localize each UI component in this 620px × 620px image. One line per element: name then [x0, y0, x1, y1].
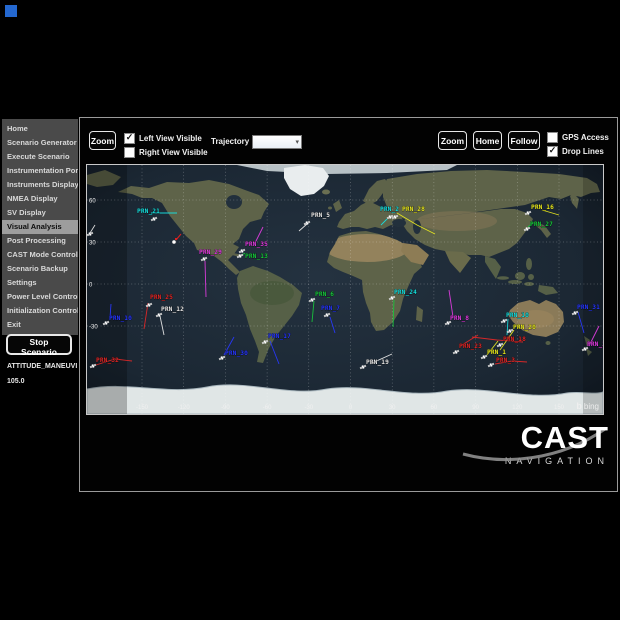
left-view-label: Left View Visible — [139, 134, 202, 143]
trajectory-name-label: ATTITUDE_MANEUVI — [7, 363, 77, 370]
logo-title: CAST — [459, 423, 609, 453]
lon-axis-label: -150 — [136, 405, 149, 411]
satellite-label: PRN_30 — [225, 350, 248, 357]
lon-axis-label: 90 — [472, 405, 479, 411]
sidebar-item-exit[interactable]: Exit — [2, 318, 78, 332]
bing-logo[interactable]: b bing — [576, 401, 599, 411]
satellite-label: PRN_18 — [503, 336, 526, 343]
sidebar-item-settings[interactable]: Settings — [2, 276, 78, 290]
sidebar-item-post-processing[interactable]: Post Processing — [2, 234, 78, 248]
satellite-label: PRN_25 — [150, 294, 173, 301]
satellite-label: PRN_2 — [380, 206, 399, 213]
trajectory-time-label: 105.0 — [7, 378, 25, 385]
trajectory-label: Trajectory — [211, 137, 249, 146]
satellite-label: PRN_13 — [245, 253, 268, 260]
left-view-checkbox[interactable] — [124, 133, 135, 144]
right-view-label: Right View Visible — [139, 148, 208, 157]
satellite-label: PRN_19 — [366, 359, 389, 366]
satellite-label: PRN_21 — [137, 208, 160, 215]
satellite-label: PRN_10 — [109, 315, 132, 322]
bing-label: bing — [584, 402, 599, 411]
lon-axis-label: -60 — [263, 405, 272, 411]
satellite-label: PRN_32 — [96, 357, 119, 364]
drop-lines-checkbox[interactable] — [547, 146, 558, 157]
lon-axis-label: -30 — [304, 405, 313, 411]
lat-axis-label: -30 — [89, 325, 98, 331]
satellite-label: PRN_7 — [321, 305, 340, 312]
logo-subtitle: NAVIGATION — [459, 456, 609, 466]
satellite-label: PRN_27 — [530, 221, 553, 228]
satellite-label: PRN_29 — [199, 249, 222, 256]
app-icon[interactable] — [5, 5, 17, 17]
sidebar-item-home[interactable]: Home — [2, 122, 78, 136]
satellite-label: PRN_16 — [531, 204, 554, 211]
sidebar-item-initialization-control[interactable]: Initialization Control — [2, 304, 78, 318]
sidebar-item-instrumentation-port[interactable]: Instrumentation Port — [2, 164, 78, 178]
right-view-checkbox[interactable] — [124, 147, 135, 158]
satellite-label: PRN_20 — [513, 324, 536, 331]
sidebar-menu: HomeScenario GeneratorExecute ScenarioIn… — [2, 119, 78, 335]
sidebar-item-visual-analysis[interactable]: Visual Analysis — [2, 220, 78, 234]
satellite-label: PRN_33 — [587, 341, 603, 348]
lat-axis-label: 30 — [89, 241, 96, 247]
vehicle-icon — [172, 240, 176, 244]
chevron-down-icon: ▾ — [295, 138, 299, 146]
lon-axis-label: 60 — [431, 405, 438, 411]
sidebar-item-power-level-control[interactable]: Power Level Control — [2, 290, 78, 304]
satellite-label: PRN_1 — [487, 349, 506, 356]
world-map[interactable]: -150-120-90-60-30030609012015060300-30PR… — [86, 164, 604, 415]
satellite-label: PRN_24 — [394, 289, 417, 296]
bing-icon: b — [576, 401, 582, 411]
cast-navigation-logo: CAST NAVIGATION — [459, 423, 609, 479]
stop-scenario-button[interactable]: Stop Scenario — [6, 334, 72, 355]
lon-axis-label: -90 — [221, 405, 230, 411]
sidebar-item-scenario-backup[interactable]: Scenario Backup — [2, 262, 78, 276]
map-canvas[interactable]: -150-120-90-60-30030609012015060300-30PR… — [87, 165, 603, 414]
sidebar-item-cast-mode-control[interactable]: CAST Mode Control — [2, 248, 78, 262]
satellite-label: PRN_23 — [459, 343, 482, 350]
trajectory-dropdown[interactable]: ▾ — [252, 135, 302, 149]
lon-axis-label: 30 — [389, 405, 396, 411]
vehicle-heading-tick — [175, 238, 177, 240]
sidebar-item-scenario-generator[interactable]: Scenario Generator — [2, 136, 78, 150]
lon-axis-label: 120 — [512, 405, 523, 411]
satellite-label: PRN_10 — [506, 312, 529, 319]
lon-axis-label: 150 — [554, 405, 565, 411]
lat-axis-label: 60 — [89, 199, 96, 205]
satellite-label: PRN_31 — [577, 304, 600, 311]
gps-access-label: GPS Access — [562, 133, 609, 142]
drop-lines-label: Drop Lines — [562, 147, 604, 156]
home-button[interactable]: Home — [473, 131, 502, 150]
sidebar-item-nmea-display[interactable]: NMEA Display — [2, 192, 78, 206]
satellite-label: PRN_6 — [315, 291, 334, 298]
satellite-label: PRN_28 — [402, 206, 425, 213]
gps-access-checkbox[interactable] — [547, 132, 558, 143]
sidebar-item-execute-scenario[interactable]: Execute Scenario — [2, 150, 78, 164]
sidebar-item-instruments-display[interactable]: Instruments Display — [2, 178, 78, 192]
sidebar-item-sv-display[interactable]: SV Display — [2, 206, 78, 220]
satellite-label: PRN_3 — [496, 357, 515, 364]
zoom-button-right[interactable]: Zoom — [438, 131, 467, 150]
satellite-label: PRN_17 — [268, 333, 291, 340]
satellite-label: PRN_5 — [311, 212, 330, 219]
zoom-button-left[interactable]: Zoom — [89, 131, 116, 150]
satellite-label: PRN_8 — [450, 315, 469, 322]
application-window: HomeScenario GeneratorExecute ScenarioIn… — [0, 0, 620, 620]
satellite-label: PRN_12 — [161, 306, 184, 313]
visual-analysis-panel: Zoom Left View Visible Right View Visibl… — [79, 117, 618, 492]
satellite-label: PRN_35 — [245, 241, 268, 248]
lon-axis-label: -120 — [178, 405, 191, 411]
follow-button[interactable]: Follow — [508, 131, 540, 150]
